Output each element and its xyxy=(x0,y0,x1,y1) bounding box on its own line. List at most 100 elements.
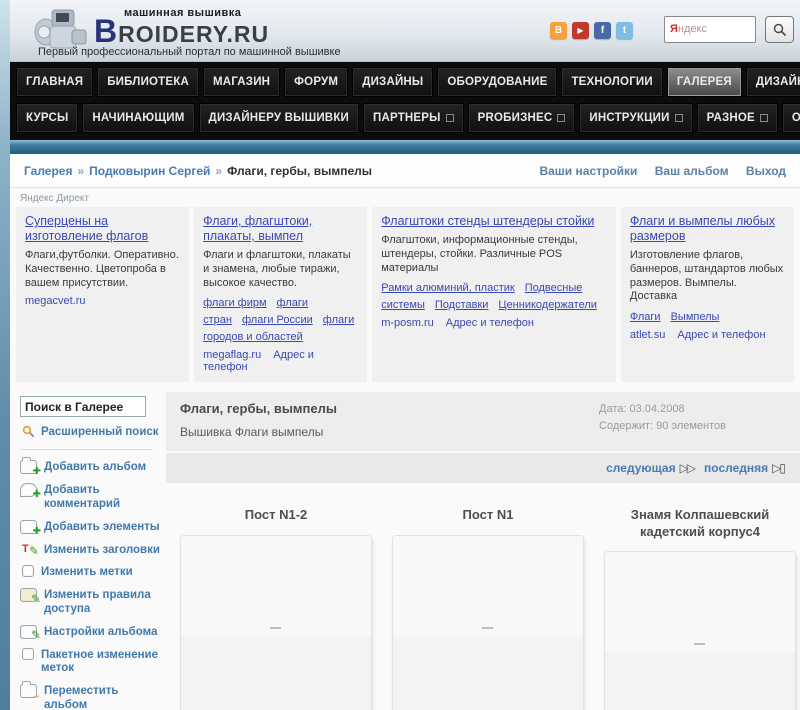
facebook-icon[interactable] xyxy=(594,22,611,39)
ad-link[interactable]: Вымпелы xyxy=(671,311,720,323)
broken-image-icon xyxy=(270,626,281,629)
sidebar-action[interactable]: Изменить заголовки xyxy=(20,543,160,559)
ad-title[interactable]: Флагштоки стенды штендеры стойки xyxy=(381,214,607,229)
move-album-icon xyxy=(20,681,41,702)
next-page-icon[interactable]: ▷▷ xyxy=(680,461,697,475)
ad-contact[interactable]: Адрес и телефон xyxy=(677,329,765,341)
item-title: Знамя Колпашевский кадетский корпус4 xyxy=(630,507,770,539)
batch-tags-icon xyxy=(22,647,34,660)
ad-link[interactable]: Ценникодержатели xyxy=(498,299,596,311)
nav-item[interactable]: ДИЗАЙНЕРЫ xyxy=(745,67,800,97)
logo-title: BROIDERY.RU xyxy=(94,13,270,49)
ad-text: Флагштоки, информационные стенды, штенде… xyxy=(381,234,578,274)
item-thumbnail[interactable] xyxy=(604,550,796,710)
breadcrumb-link-gallery[interactable]: Галерея xyxy=(24,164,72,178)
gallery-search-input[interactable] xyxy=(20,396,146,418)
item-title: Пост N1 xyxy=(462,507,514,523)
pagination-last[interactable]: последняя xyxy=(704,461,768,475)
gallery-card: Знамя Колпашевский кадетский корпус4 Дат… xyxy=(604,483,796,710)
ad-block: Суперцены на изготовление флагов Флаги,ф… xyxy=(16,207,190,383)
advanced-search-link[interactable]: Расширенный поиск xyxy=(22,425,160,438)
sidebar-actions: Добавить альбом Добавить комментарий Доб… xyxy=(20,457,160,710)
edit-titles-icon xyxy=(20,543,39,559)
nav-item[interactable]: ДИЗАЙНЫ xyxy=(352,67,434,97)
nav-item[interactable]: МАГАЗИН xyxy=(203,67,281,97)
edit-access-icon xyxy=(20,588,41,606)
ad-footer: m-posm.ru Адрес и телефон xyxy=(381,317,607,329)
nav-item[interactable]: О НАС xyxy=(781,103,800,133)
sidebar-action[interactable]: Настройки альбома xyxy=(20,624,160,643)
pagination-bar: следующая ▷▷ последняя ▷▯ xyxy=(166,451,800,484)
last-page-icon[interactable]: ▷▯ xyxy=(772,461,786,475)
pagination-next[interactable]: следующая xyxy=(606,461,675,475)
breadcrumb: Галерея » Подковырин Сергей » Флаги, гербы, … xyxy=(24,164,372,178)
ad-domain[interactable]: megacvet.ru xyxy=(25,295,86,307)
sidebar-action[interactable]: Добавить альбом xyxy=(20,457,160,478)
ad-title[interactable]: Флаги и вымпелы любых размеров xyxy=(630,214,785,244)
ad-domain[interactable]: m-posm.ru xyxy=(381,317,434,329)
breadcrumb-separator: » xyxy=(77,164,85,178)
ad-title[interactable]: Суперцены на изготовление флагов xyxy=(25,214,180,244)
broken-image-icon xyxy=(694,642,705,645)
sidebar-action[interactable]: Добавить комментарий xyxy=(20,483,160,512)
nav-item[interactable]: НАЧИНАЮЩИМ xyxy=(82,103,195,133)
broken-image-icon xyxy=(482,626,493,629)
blogger-icon[interactable] xyxy=(550,22,567,39)
breadcrumb-current: Флаги, гербы, вымпелы xyxy=(227,164,372,178)
dropdown-indicator-icon xyxy=(557,114,566,122)
gallery-main: Флаги, гербы, вымпелы Вышивка Флаги вымп… xyxy=(166,392,800,710)
gallery-card: Пост N1 Дата: 10.06.2015 Новый « операци… xyxy=(392,483,584,710)
ads-row: Суперцены на изготовление флагов Флаги,ф… xyxy=(16,207,794,383)
nav-item[interactable]: ДИЗАЙНЕРУ ВЫШИВКИ xyxy=(198,103,359,133)
nav-row-1: ГЛАВНАЯ БИБЛИОТЕКА МАГАЗИН ФОРУМ ДИЗАЙНЫ… xyxy=(14,64,800,100)
nav-item[interactable]: ИНСТРУКЦИИ xyxy=(579,103,693,133)
ad-link[interactable]: флаги России xyxy=(242,314,313,326)
ad-links: Флаги Вымпелы xyxy=(630,309,785,326)
nav-item[interactable]: ГЛАВНАЯ xyxy=(16,67,94,97)
nav-row-2: КУРСЫ НАЧИНАЮЩИМ ДИЗАЙНЕРУ ВЫШИВКИ ПАРТН… xyxy=(14,100,800,136)
breadcrumb-link-author[interactable]: Подковырин Сергей xyxy=(89,164,210,178)
item-thumbnail[interactable] xyxy=(392,534,584,710)
sidebar-action[interactable]: Добавить элементы xyxy=(20,519,160,538)
twitter-icon[interactable] xyxy=(616,22,633,39)
youtube-icon[interactable] xyxy=(572,22,589,39)
ad-link[interactable]: флаги фирм xyxy=(203,297,266,309)
logo-subtitle: машинная вышивка xyxy=(124,7,242,19)
ad-title[interactable]: Флаги, флагштоки, плакаты, вымпел xyxy=(203,214,358,244)
yandex-search-input[interactable]: Яндекс xyxy=(664,16,756,43)
ad-footer: megaflag.ru Адрес и телефон xyxy=(203,349,358,373)
nav-item[interactable]: PROБИЗНЕС xyxy=(467,103,576,133)
sidebar-action[interactable]: Изменить метки xyxy=(20,565,160,580)
site-tagline: Первый профессиональный портал по машинн… xyxy=(38,46,341,58)
logout-link[interactable]: Выход xyxy=(746,164,786,178)
dropdown-indicator-icon xyxy=(759,114,768,122)
sidebar: Расширенный поиск Добавить альбом Добави… xyxy=(10,392,160,710)
nav-item[interactable]: РАЗНОЕ xyxy=(696,103,778,133)
sidebar-action[interactable]: Переместить альбом xyxy=(20,681,160,710)
nav-item[interactable]: ГАЛЕРЕЯ xyxy=(666,67,742,97)
nav-item[interactable]: КУРСЫ xyxy=(16,103,79,133)
nav-item[interactable]: БИБЛИОТЕКА xyxy=(97,67,199,97)
ad-domain[interactable]: megaflag.ru xyxy=(203,349,261,361)
sidebar-action[interactable]: Пакетное изменение меток xyxy=(20,647,160,677)
nav-item[interactable]: ТЕХНОЛОГИИ xyxy=(561,67,663,97)
album-header: Флаги, гербы, вымпелы Вышивка Флаги вымп… xyxy=(166,392,800,452)
user-album-link[interactable]: Ваш альбом xyxy=(655,164,729,178)
ad-domain[interactable]: atlet.su xyxy=(630,329,665,341)
yandex-search-widget: Яндекс xyxy=(664,16,794,43)
ad-contact[interactable]: Адрес и телефон xyxy=(446,317,534,329)
nav-item[interactable]: ФОРУМ xyxy=(284,67,349,97)
user-settings-link[interactable]: Ваши настройки xyxy=(539,164,637,178)
nav-item[interactable]: ОБОРУДОВАНИЕ xyxy=(437,67,558,97)
ad-link[interactable]: Рамки алюминий, пластик xyxy=(381,282,515,294)
ad-text: Изготовление флагов, баннеров, штандарто… xyxy=(629,249,784,303)
ad-links: Рамки алюминий, пластик Подвесные системы… xyxy=(381,280,607,314)
nav-item[interactable]: ПАРТНЕРЫ xyxy=(363,103,464,133)
main-navigation: ГЛАВНАЯ БИБЛИОТЕКА МАГАЗИН ФОРУМ ДИЗАЙНЫ… xyxy=(10,62,800,140)
ad-link[interactable]: Флаги xyxy=(630,311,661,323)
sidebar-action[interactable]: Изменить правила доступа xyxy=(20,588,160,617)
item-thumbnail[interactable] xyxy=(180,534,372,710)
search-button[interactable] xyxy=(765,16,794,43)
main-row: Расширенный поиск Добавить альбом Добави… xyxy=(10,392,800,710)
ad-link[interactable]: Подставки xyxy=(435,299,489,311)
